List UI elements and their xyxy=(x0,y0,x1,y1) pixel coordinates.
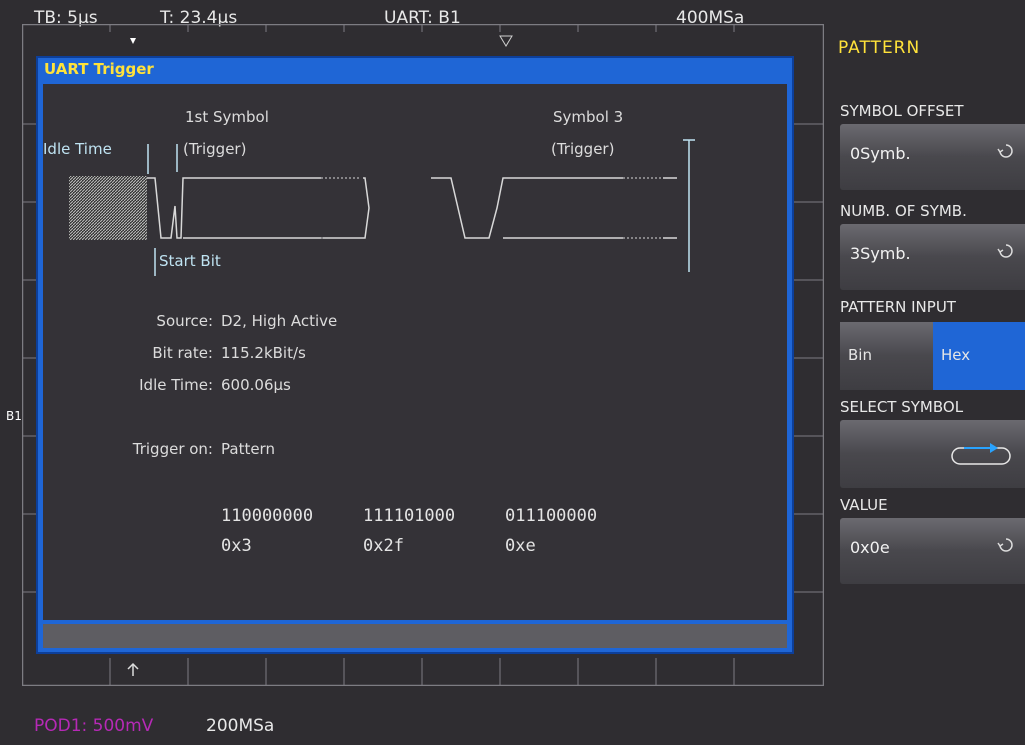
pattern-hex-3: 0xe xyxy=(505,536,536,556)
bitrate-value: 115.2kBit/s xyxy=(221,344,306,362)
trigger-on-value: Pattern xyxy=(221,440,275,458)
channel-marker: B1 xyxy=(6,409,22,423)
pattern-input-hex[interactable]: Hex xyxy=(933,322,1025,390)
symbol-offset-softkey[interactable]: 0Symb. xyxy=(840,124,1025,190)
rotary-knob-icon xyxy=(997,538,1013,552)
pattern-bits-1: 110000000 xyxy=(221,506,314,526)
pattern-hex-2: 0x2f xyxy=(363,536,404,556)
bottom-sample-rate: 200MSa xyxy=(206,716,275,736)
numb-symb-value: 3Symb. xyxy=(850,244,911,263)
pod-readout: POD1: 500mV xyxy=(34,716,154,736)
idle-time-field-label: Idle Time: xyxy=(139,376,213,394)
dialog-body: Idle Time 1st Symbol (Trigger) Symbol 3 … xyxy=(43,84,787,620)
uart-trigger-dialog: UART Trigger Idle Time 1st Symbol (Trigg… xyxy=(36,56,794,654)
trigger-position-marker-icon xyxy=(499,35,513,47)
select-symbol-softkey[interactable] xyxy=(840,420,1025,488)
pattern-bits-3: 011100000 xyxy=(505,506,598,526)
start-bit-label: Start Bit xyxy=(159,252,221,270)
source-value: D2, High Active xyxy=(221,312,338,330)
dialog-title: UART Trigger xyxy=(44,60,154,78)
hex-option-label: Hex xyxy=(941,346,971,364)
first-symbol-waveform xyxy=(147,177,370,239)
panel-title: PATTERN xyxy=(838,38,921,58)
pattern-input-bin[interactable]: Bin xyxy=(840,322,933,390)
rotary-knob-icon xyxy=(997,244,1013,258)
bitrate-label: Bit rate: xyxy=(152,344,213,362)
numb-symb-label: NUMB. OF SYMB. xyxy=(840,202,967,220)
trigger-on-label: Trigger on: xyxy=(132,440,213,458)
pattern-input-label: PATTERN INPUT xyxy=(840,298,956,316)
value-softkey[interactable]: 0x0e xyxy=(840,518,1025,584)
idle-time-value: 600.06µs xyxy=(221,376,291,394)
idle-time-label: Idle Time xyxy=(43,140,112,158)
pattern-hex-1: 0x3 xyxy=(221,536,252,556)
symbol3-waveform xyxy=(431,177,623,239)
symbol-offset-value: 0Symb. xyxy=(850,144,911,163)
value-value: 0x0e xyxy=(850,538,890,557)
trigger-arrow-icon xyxy=(127,662,139,676)
rotary-knob-icon xyxy=(997,144,1013,158)
symbol3-label: Symbol 3 xyxy=(553,108,624,126)
source-label: Source: xyxy=(156,312,213,330)
select-symbol-label: SELECT SYMBOL xyxy=(840,398,964,416)
symbol-offset-label: SYMBOL OFFSET xyxy=(840,102,964,120)
dialog-footer xyxy=(43,624,787,648)
first-symbol-label: 1st Symbol xyxy=(185,108,269,126)
numb-symb-softkey[interactable]: 3Symb. xyxy=(840,224,1025,290)
time-ref-marker-icon xyxy=(130,38,136,44)
idle-area xyxy=(69,176,147,240)
first-trigger-label: (Trigger) xyxy=(183,140,247,158)
value-label: VALUE xyxy=(840,496,888,514)
uart-timing-diagram xyxy=(69,139,695,276)
bin-option-label: Bin xyxy=(848,346,872,364)
cycle-select-icon xyxy=(951,443,1011,465)
symbol3-trigger-label: (Trigger) xyxy=(551,140,615,158)
pattern-bits-2: 111101000 xyxy=(363,506,456,526)
